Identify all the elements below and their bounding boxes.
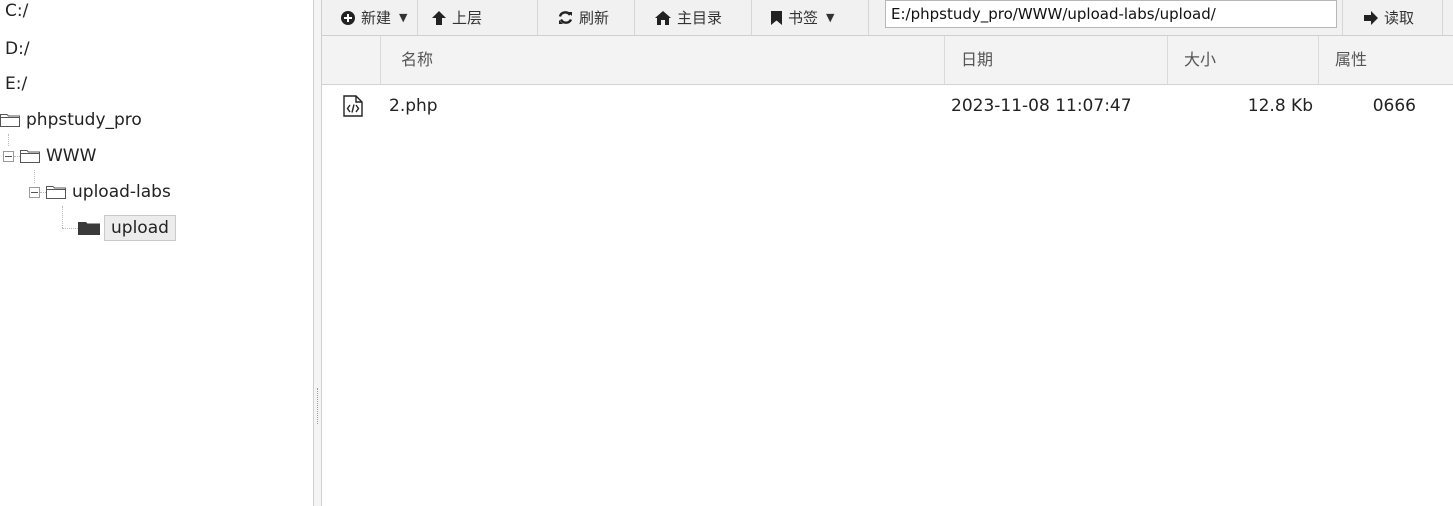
tree-node-label-selected: upload xyxy=(104,215,176,241)
read-label: 读取 xyxy=(1384,9,1415,27)
directory-tree: C:/ D:/ E:/ phpstudy_pro WWW upload-labs xyxy=(0,0,313,506)
file-size: 12.8 Kb xyxy=(1247,96,1313,116)
new-button[interactable]: 新建 ▼ xyxy=(341,0,407,35)
refresh-icon xyxy=(558,10,573,25)
tree-node-label: phpstudy_pro xyxy=(26,110,142,130)
up-button[interactable]: 上层 xyxy=(432,0,482,35)
toolbar-separator xyxy=(417,0,418,35)
new-label: 新建 xyxy=(361,9,392,27)
plus-circle-icon xyxy=(341,10,355,25)
bookmark-icon xyxy=(771,10,782,25)
home-button[interactable]: 主目录 xyxy=(655,0,722,35)
tree-node-label: upload-labs xyxy=(72,182,171,202)
tree-node-label: WWW xyxy=(46,146,97,166)
drive-e[interactable]: E:/ xyxy=(5,74,27,94)
tree-node-upload-labs[interactable]: upload-labs xyxy=(29,179,171,205)
toolbar-separator xyxy=(537,0,538,35)
column-header-date[interactable]: 日期 xyxy=(944,36,1167,84)
path-input[interactable] xyxy=(885,0,1337,28)
refresh-button[interactable]: 刷新 xyxy=(558,0,609,35)
home-label: 主目录 xyxy=(677,9,723,27)
bookmark-button[interactable]: 书签 ▼ xyxy=(771,0,834,35)
collapse-icon[interactable] xyxy=(3,150,14,162)
column-header-attr[interactable]: 属性 xyxy=(1318,36,1453,84)
pane-splitter[interactable] xyxy=(313,0,322,506)
tree-node-upload[interactable]: upload xyxy=(78,215,176,241)
file-attr: 0666 xyxy=(1372,96,1416,116)
toolbar-separator xyxy=(868,0,869,35)
refresh-label: 刷新 xyxy=(579,9,610,27)
tree-connector xyxy=(62,228,78,229)
folder-filled-icon xyxy=(78,221,100,235)
up-label: 上层 xyxy=(452,9,483,27)
toolbar: 新建 ▼ 上层 刷新 主目录 书签 ▼ 读取 xyxy=(322,0,1453,36)
folder-icon xyxy=(20,149,40,163)
caret-down-icon: ▼ xyxy=(826,11,835,24)
column-header-size[interactable]: 大小 xyxy=(1167,36,1318,84)
table-row[interactable]: 2.php 2023-11-08 11:07:47 12.8 Kb 0666 xyxy=(322,87,1453,125)
read-button[interactable]: 读取 xyxy=(1364,0,1414,35)
collapse-icon[interactable] xyxy=(29,186,40,198)
tree-node-www[interactable]: WWW xyxy=(3,143,96,169)
tree-node-phpstudy-pro[interactable]: phpstudy_pro xyxy=(0,107,142,133)
column-icon-header xyxy=(322,36,380,84)
file-name[interactable]: 2.php xyxy=(389,87,438,125)
caret-down-icon: ▼ xyxy=(399,11,408,24)
folder-icon xyxy=(0,113,20,127)
php-file-icon xyxy=(343,95,363,117)
bookmark-label: 书签 xyxy=(788,9,819,27)
tree-connector xyxy=(62,206,63,228)
arrow-up-icon xyxy=(432,10,446,25)
toolbar-separator xyxy=(634,0,635,35)
file-date: 2023-11-08 11:07:47 xyxy=(951,96,1132,116)
folder-icon xyxy=(46,185,66,199)
drive-c[interactable]: C:/ xyxy=(5,1,28,21)
arrow-right-icon xyxy=(1364,10,1378,25)
toolbar-separator xyxy=(1442,0,1443,35)
splitter-grip[interactable] xyxy=(317,388,318,424)
drive-d[interactable]: D:/ xyxy=(5,39,30,59)
column-header-name[interactable]: 名称 xyxy=(380,36,944,84)
toolbar-separator xyxy=(751,0,752,35)
home-icon xyxy=(655,10,671,25)
file-list-header: 名称 日期 大小 属性 xyxy=(322,36,1453,85)
toolbar-separator xyxy=(1342,0,1343,35)
